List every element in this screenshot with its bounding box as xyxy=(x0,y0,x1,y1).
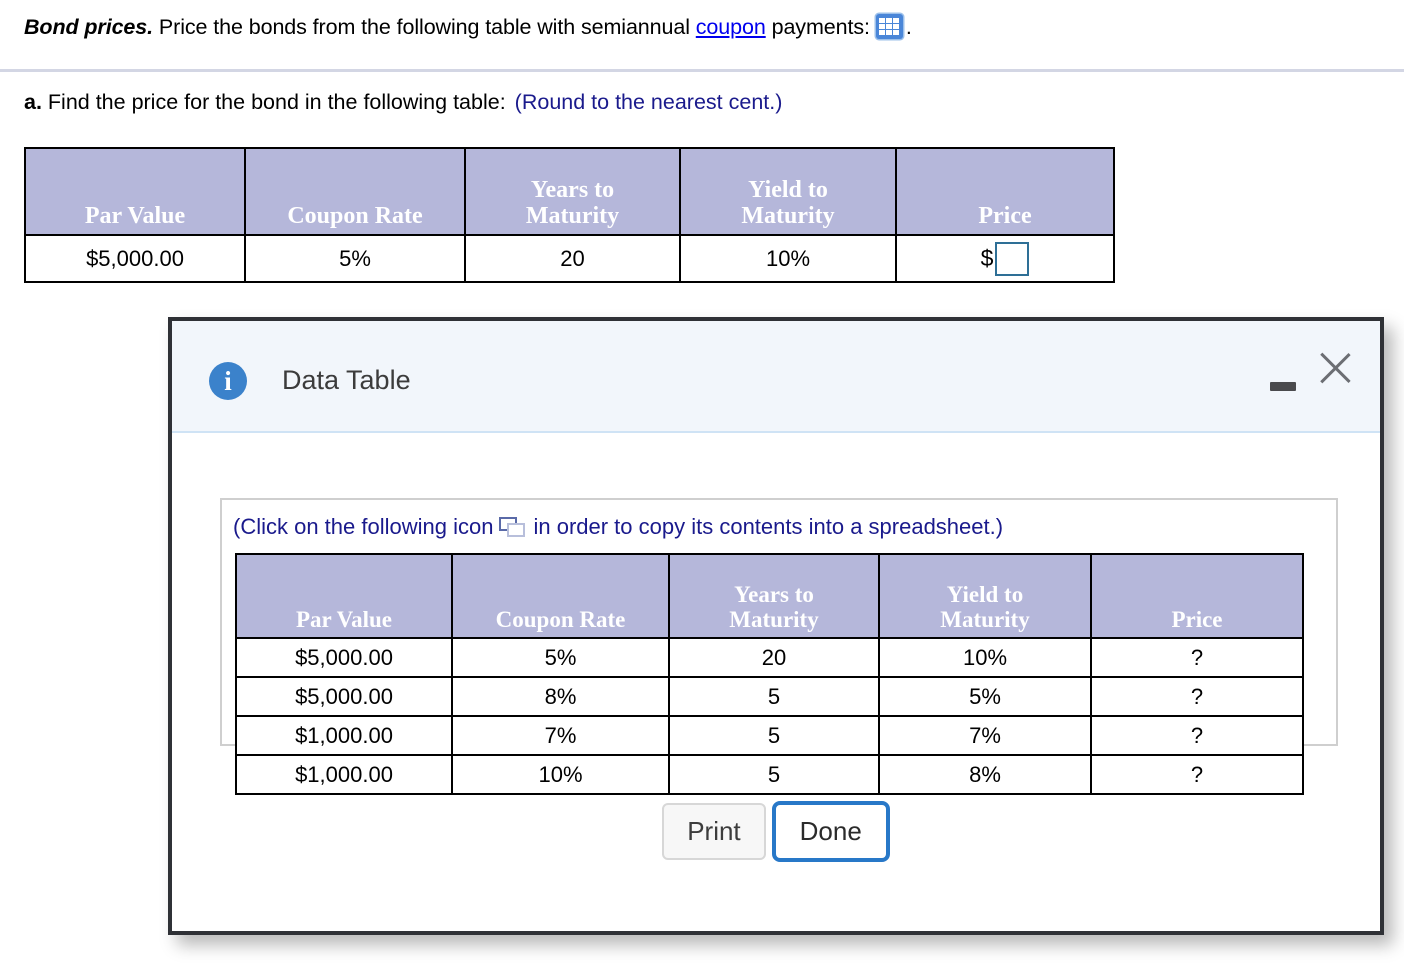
cell-yield-to-maturity: 8% xyxy=(878,754,1092,795)
part-a-question: a. Find the price for the bond in the fo… xyxy=(24,90,782,115)
cell-par-value: $5,000.00 xyxy=(235,676,453,717)
column-header-yield-to-maturity: Yield to Maturity xyxy=(878,553,1092,639)
header-line1: Par Value xyxy=(84,202,186,229)
column-header-years-to-maturity: Years to Maturity xyxy=(668,553,880,639)
cell-price: ? xyxy=(1090,676,1304,717)
cell-coupon-rate: 5% xyxy=(244,234,466,283)
column-header-coupon-rate: Coupon Rate xyxy=(244,147,466,236)
dollar-sign: $ xyxy=(980,245,994,271)
header-line1: Yield to xyxy=(946,582,1024,608)
top-bond-table-container: Par Value Coupon Rate Years to Maturity Y… xyxy=(24,147,1115,283)
dialog-bond-table-container: Par Value Coupon Rate Years to Maturity Y… xyxy=(235,553,1304,795)
dialog-bond-table: Par Value Coupon Rate Years to Maturity Y… xyxy=(235,553,1304,795)
coupon-link[interactable]: coupon xyxy=(696,15,766,39)
header-line2: Maturity xyxy=(741,202,835,229)
copy-instruction-after: in order to copy its contents into a spr… xyxy=(533,514,1004,539)
column-header-yield-to-maturity: Yield to Maturity xyxy=(679,147,897,236)
column-header-coupon-rate: Coupon Rate xyxy=(451,553,670,639)
dialog-title: Data Table xyxy=(282,365,411,395)
cell-yield-to-maturity: 7% xyxy=(878,715,1092,756)
part-a-text: Find the price for the bond in the follo… xyxy=(41,90,506,114)
top-bond-table: Par Value Coupon Rate Years to Maturity Y… xyxy=(24,147,1115,283)
header-line1: Years to xyxy=(734,582,814,608)
table-row: $5,000.00 5% 20 10% $ xyxy=(24,234,1115,283)
column-header-par-value: Par Value xyxy=(24,147,246,236)
minimize-icon[interactable] xyxy=(1270,367,1296,395)
price-input[interactable] xyxy=(995,241,1030,276)
cell-par-value: $5,000.00 xyxy=(235,637,453,678)
dialog-button-bar: Print Done xyxy=(172,801,1380,862)
cell-price: ? xyxy=(1090,754,1304,795)
header-line1: Par Value xyxy=(295,606,393,632)
header-line2: Maturity xyxy=(940,606,1030,632)
header-line2: Maturity xyxy=(525,202,620,229)
cell-years-to-maturity: 20 xyxy=(668,637,880,678)
header-line1: Coupon Rate xyxy=(287,202,423,229)
close-icon[interactable] xyxy=(1314,347,1356,389)
table-row: $1,000.00 7% 5 7% ? xyxy=(235,715,1304,756)
problem-statement: Bond prices. Price the bonds from the fo… xyxy=(24,14,912,40)
cell-par-value: $1,000.00 xyxy=(235,754,453,795)
cell-years-to-maturity: 5 xyxy=(668,754,880,795)
table-row: $5,000.00 8% 5 5% ? xyxy=(235,676,1304,717)
cell-price: $ xyxy=(895,234,1115,283)
copy-instruction: (Click on the following icon in order to … xyxy=(233,514,1003,540)
cell-par-value: $1,000.00 xyxy=(235,715,453,756)
rounding-note: (Round to the nearest cent.) xyxy=(514,90,783,114)
cell-yield-to-maturity: 10% xyxy=(679,234,897,283)
cell-price: ? xyxy=(1090,637,1304,678)
table-row: $1,000.00 10% 5 8% ? xyxy=(235,754,1304,795)
cell-coupon-rate: 10% xyxy=(451,754,670,795)
cell-par-value: $5,000.00 xyxy=(24,234,246,283)
copy-to-spreadsheet-icon[interactable] xyxy=(499,517,526,537)
cell-years-to-maturity: 20 xyxy=(464,234,681,283)
table-header-row: Par Value Coupon Rate Years to Maturity Y… xyxy=(24,147,1115,236)
copy-instruction-before: (Click on the following icon xyxy=(233,514,494,539)
header-divider xyxy=(0,69,1404,72)
cell-years-to-maturity: 5 xyxy=(668,715,880,756)
header-line1: Yield to xyxy=(748,177,828,204)
dialog-body: (Click on the following icon in order to … xyxy=(172,433,1380,935)
header-line1: Coupon Rate xyxy=(495,606,626,632)
info-icon: i xyxy=(209,362,247,400)
column-header-price: Price xyxy=(895,147,1115,236)
data-table-content-panel: (Click on the following icon in order to … xyxy=(220,498,1338,795)
cell-yield-to-maturity: 10% xyxy=(878,637,1092,678)
table-header-row: Par Value Coupon Rate Years to Maturity Y… xyxy=(235,553,1304,639)
dialog-header: i Data Table xyxy=(172,321,1380,433)
cell-coupon-rate: 5% xyxy=(451,637,670,678)
print-button[interactable]: Print xyxy=(662,803,766,860)
table-row: $5,000.00 5% 20 10% ? xyxy=(235,637,1304,678)
cell-yield-to-maturity: 5% xyxy=(878,676,1092,717)
cell-price: ? xyxy=(1090,715,1304,756)
done-button[interactable]: Done xyxy=(771,801,890,862)
header-line1: Price xyxy=(1171,606,1223,632)
header-line1: Price xyxy=(978,202,1032,229)
cell-years-to-maturity: 5 xyxy=(668,676,880,717)
column-header-price: Price xyxy=(1090,553,1304,639)
problem-text-before-link: Price the bonds from the following table… xyxy=(153,15,696,39)
problem-text-after-link: payments: xyxy=(765,15,870,39)
data-table-dialog: i Data Table (Click on the following ico… xyxy=(168,317,1384,935)
cell-coupon-rate: 8% xyxy=(451,676,670,717)
header-line1: Years to xyxy=(530,177,615,204)
problem-lead: Bond prices. xyxy=(24,15,154,39)
header-line2: Maturity xyxy=(729,606,819,632)
problem-trailing-period: . xyxy=(905,15,912,39)
grid-table-icon[interactable] xyxy=(875,14,903,39)
column-header-years-to-maturity: Years to Maturity xyxy=(464,147,681,236)
cell-coupon-rate: 7% xyxy=(451,715,670,756)
column-header-par-value: Par Value xyxy=(235,553,453,639)
part-a-label: a. xyxy=(24,90,42,114)
